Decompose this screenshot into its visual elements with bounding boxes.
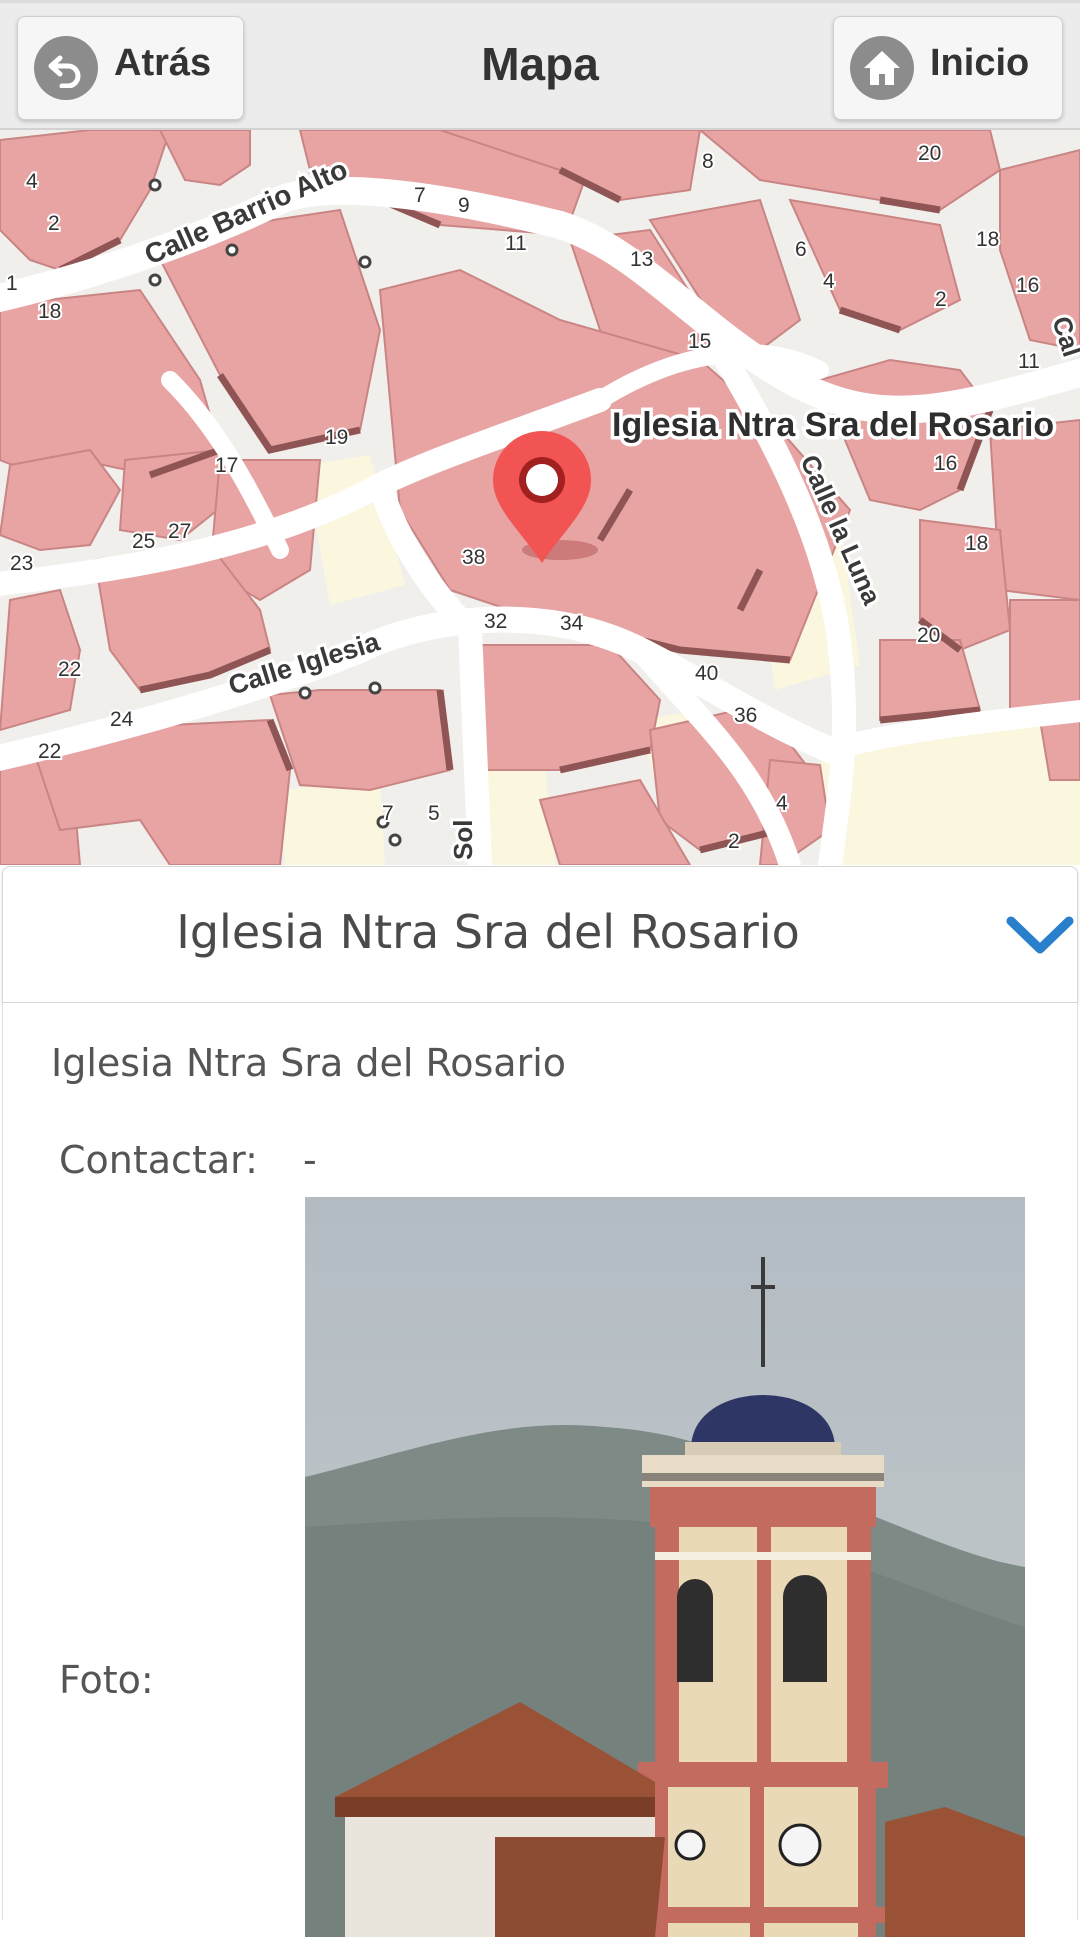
back-arrow-icon [34,36,98,100]
info-panel-body: Iglesia Ntra Sra del Rosario Contactar: … [2,1003,1078,1937]
house-number: 4 [823,270,835,293]
place-description: Iglesia Ntra Sra del Rosario [51,1041,567,1085]
house-number: 18 [965,532,988,555]
home-button-label: Inicio [930,41,1030,84]
house-number: 25 [132,530,155,553]
house-number: 20 [917,624,940,647]
house-number: 16 [934,452,957,475]
home-button[interactable]: Inicio [833,16,1063,120]
house-number: 16 [1016,274,1039,297]
house-number: 19 [325,426,348,449]
photo-label: Foto: [59,1658,154,1702]
chevron-down-icon[interactable] [1003,905,1077,965]
house-number: 22 [38,740,61,763]
house-number: 34 [560,612,584,635]
info-panel-title: Iglesia Ntra Sra del Rosario [176,905,800,959]
house-number: 11 [1018,350,1040,373]
house-number: 7 [382,802,394,825]
house-number: 24 [110,708,134,731]
house-number: 40 [695,662,718,685]
house-number: 15 [688,330,711,353]
map-view[interactable]: Calle Barrio Alto Calle Iglesia Calle la… [0,130,1080,865]
house-number: 1 [6,272,18,295]
house-number: 32 [484,610,507,633]
house-number: 11 [505,232,527,255]
back-button[interactable]: Atrás [17,16,244,120]
house-number: 5 [428,802,440,825]
top-bar: Atrás Mapa Inicio [0,0,1080,130]
house-number: 22 [58,658,81,681]
contact-label: Contactar: [59,1138,258,1182]
info-panel-header[interactable]: Iglesia Ntra Sra del Rosario [2,866,1078,1003]
house-number: 36 [734,704,757,727]
house-number: 13 [630,248,653,271]
home-icon [850,36,914,100]
house-number: 9 [458,194,470,217]
house-number: 2 [728,830,740,853]
house-number: 23 [10,552,33,575]
house-number: 4 [776,792,788,815]
house-number: 27 [168,520,191,543]
house-number: 38 [462,546,485,569]
house-number: 18 [976,228,999,251]
house-number: 2 [48,212,60,235]
contact-value: - [303,1138,317,1182]
house-number: 20 [918,142,941,165]
house-number: 4 [26,170,38,193]
house-number: 6 [795,238,807,261]
house-number: 8 [702,150,714,173]
map-place-label: Iglesia Ntra Sra del Rosario [612,406,1054,444]
page-title: Mapa [481,38,599,90]
back-button-label: Atrás [114,41,212,84]
street-sol-label: Sol [448,820,478,860]
house-number: 17 [215,454,238,477]
house-number: 18 [38,300,61,323]
house-number: 2 [935,288,947,311]
house-number: 7 [414,184,426,207]
place-photo[interactable] [305,1197,1025,1937]
